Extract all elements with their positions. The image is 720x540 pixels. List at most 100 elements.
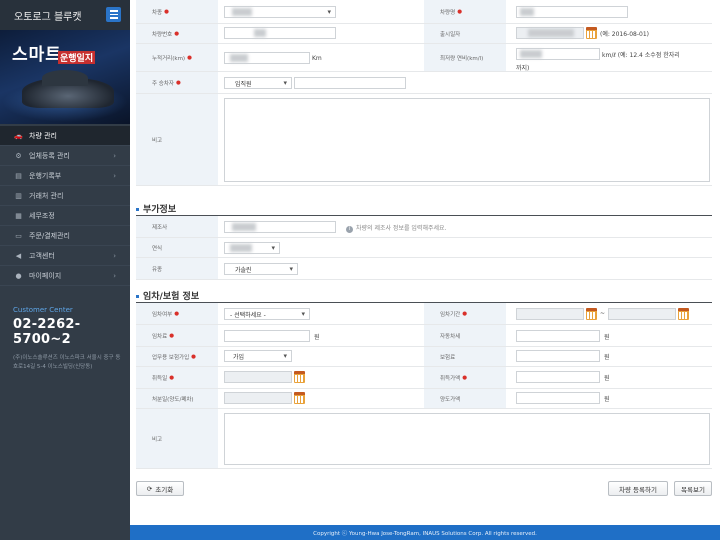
- dispose-date-label: 처분일(양도/폐차): [136, 389, 218, 408]
- calendar-icon[interactable]: [294, 392, 305, 404]
- sidebar-item-company[interactable]: ⚙ 업체등록 관리 ›: [0, 146, 130, 166]
- sidebar-item-orders[interactable]: ▭ 주문/결제관리: [0, 226, 130, 246]
- customer-center-label: Customer Center: [13, 306, 73, 314]
- memo-textarea[interactable]: [224, 98, 710, 182]
- sidebar-item-support[interactable]: ◀ 고객센터 ›: [0, 246, 130, 266]
- building-icon: ▥: [15, 191, 22, 200]
- efficiency-hint: km/ℓ (예: 12.4 소수점 한자리: [602, 52, 680, 59]
- driver-detail-input[interactable]: [294, 77, 406, 89]
- lease-fee-label: 임차료 ●: [136, 325, 218, 346]
- form-row: 제조사 i 차량의 제조사 정보를 입력해주세요.: [136, 216, 712, 238]
- form-row: 업무용 보험가입● 가입 보험료 원: [136, 347, 712, 367]
- form-row: 임차여부● - 선택하세요 - 임차기간● ~: [136, 303, 712, 325]
- promo-banner: 스마트 운행일지: [0, 30, 130, 124]
- list-button[interactable]: 목록보기: [674, 481, 712, 496]
- lease-fee-input[interactable]: [224, 330, 310, 342]
- register-vehicle-button[interactable]: 차량 등록하기: [608, 481, 668, 496]
- efficiency-label: 최저량 연비(km/l): [424, 44, 506, 71]
- brand-title[interactable]: 오토로그 블루캣: [14, 8, 82, 23]
- truck-icon: ▤: [15, 171, 22, 180]
- calculator-icon: ▦: [15, 211, 22, 220]
- brand-bar: 오토로그 블루캣: [0, 0, 130, 30]
- driver-select[interactable]: 임직원: [224, 77, 292, 89]
- chevron-right-icon: ›: [113, 271, 116, 280]
- model-year-label: 연식: [136, 238, 218, 257]
- purchase-date-label: 출시일자: [424, 24, 506, 43]
- form-row: 비고: [136, 409, 712, 469]
- form-row: 차량번호 ● 출시일자 (예: 2016-08-01): [136, 24, 712, 44]
- car-image: [22, 70, 114, 108]
- lease-memo-textarea[interactable]: [224, 413, 710, 465]
- purchase-date-hint: (예: 2016-08-01): [600, 31, 649, 38]
- banner-title: 스마트: [12, 45, 62, 65]
- chevron-right-icon: ›: [113, 171, 116, 180]
- mileage-label: 누적거리(km) ●: [136, 44, 218, 71]
- mileage-unit: Km: [312, 55, 322, 62]
- lease-type-select[interactable]: - 선택하세요 -: [224, 308, 310, 320]
- form-row: 임차료 ● 원 자동차세 원: [136, 325, 712, 347]
- customer-center-phone: 02-2262-5700~2: [13, 317, 81, 347]
- dispose-price-unit: 원: [604, 396, 610, 403]
- card-icon: ▭: [15, 231, 22, 240]
- main-content: 차종● 차량명● 차량번호● 출시일자 (예: 2016-08-01) 누적거리…: [130, 0, 720, 540]
- vehicle-tax-label: 자동차세: [424, 325, 506, 346]
- hamburger-menu-button[interactable]: [106, 7, 121, 22]
- calendar-icon[interactable]: [586, 27, 597, 39]
- insurance-fee-unit: 원: [604, 354, 610, 361]
- user-icon: ●: [15, 271, 22, 280]
- sidebar-nav: 🚗 차량 관리 ⚙ 업체등록 관리 › ▤ 운행기록부 › ▥ 거래처 관리 ▦ 세무조정 ▭…: [0, 126, 130, 286]
- company-address: (주)이노스솔루션즈 이노스파크 서울시 중구 동호로14길 5-4 이노스빌딩…: [13, 355, 121, 370]
- acquire-date-input[interactable]: [224, 371, 292, 383]
- acquire-date-label: 취득일 ●: [136, 367, 218, 388]
- lease-period-label: 임차기간 ●: [424, 303, 506, 324]
- plate-input[interactable]: [224, 27, 336, 39]
- fuel-select[interactable]: 가솔린: [224, 263, 298, 275]
- reset-button[interactable]: ⟳ 초기화: [136, 481, 184, 496]
- acquire-price-input[interactable]: [516, 371, 600, 383]
- lease-memo-label: 비고: [136, 409, 218, 468]
- form-row: 주 승차자 ● 임직원: [136, 72, 712, 94]
- insurance-label: 업무용 보험가입 ●: [136, 347, 218, 366]
- lease-end-input[interactable]: [608, 308, 676, 320]
- insurance-select[interactable]: 가입: [224, 350, 292, 362]
- chevron-right-icon: ›: [113, 151, 116, 160]
- period-separator: ~: [600, 310, 606, 317]
- dispose-price-input[interactable]: [516, 392, 600, 404]
- form-row: 비고: [136, 94, 712, 186]
- form-row: 유종 가솔린: [136, 258, 712, 280]
- form-row: 누적거리(km) ● Km 최저량 연비(km/l) km/ℓ (예: 12.4 …: [136, 44, 712, 72]
- driver-label: 주 승차자 ●: [136, 72, 218, 93]
- form-row: 처분일(양도/폐차) 양도가액 원: [136, 389, 712, 409]
- vehicle-tax-input[interactable]: [516, 330, 600, 342]
- lease-fee-unit: 원: [314, 334, 320, 341]
- refresh-icon: ⟳: [146, 484, 153, 493]
- sidebar-item-logbook[interactable]: ▤ 운행기록부 ›: [0, 166, 130, 186]
- insurance-fee-input[interactable]: [516, 350, 600, 362]
- chevron-right-icon: ›: [113, 251, 116, 260]
- sidebar: 오토로그 블루캣 스마트 운행일지 🚗 차량 관리 ⚙ 업체등록 관리 › ▤ 운행기록…: [0, 0, 130, 540]
- sidebar-item-vehicle[interactable]: 🚗 차량 관리: [0, 126, 130, 146]
- sidebar-item-tax[interactable]: ▦ 세무조정: [0, 206, 130, 226]
- extra-info-title: 부가정보: [136, 202, 176, 215]
- calendar-icon[interactable]: [586, 308, 597, 320]
- form-row: 취득일 ● 취득가액 ● 원: [136, 367, 712, 389]
- vehicle-tax-unit: 원: [604, 334, 610, 341]
- calendar-icon[interactable]: [294, 371, 305, 383]
- form-row: 차종● 차량명●: [136, 0, 712, 24]
- gear-icon: ⚙: [15, 151, 22, 160]
- lease-start-input[interactable]: [516, 308, 584, 320]
- sidebar-item-clients[interactable]: ▥ 거래처 관리: [0, 186, 130, 206]
- lease-type-label: 임차여부 ●: [136, 303, 218, 324]
- customer-center: Customer Center 02-2262-5700~2 (주)이노스솔루션…: [13, 306, 130, 372]
- acquire-price-label: 취득가액 ●: [424, 367, 506, 388]
- speaker-icon: ◀: [15, 251, 22, 260]
- calendar-icon[interactable]: [678, 308, 689, 320]
- banner-subtitle: 운행일지: [58, 51, 96, 64]
- sidebar-item-mypage[interactable]: ● 마이페이지 ›: [0, 266, 130, 286]
- memo-label: 비고: [136, 94, 218, 185]
- dispose-date-input[interactable]: [224, 392, 292, 404]
- maker-hint: i 차량의 제조사 정보를 입력해주세요.: [346, 223, 446, 233]
- acquire-price-unit: 원: [604, 375, 610, 382]
- fuel-label: 유종: [136, 258, 218, 279]
- form-row: 연식: [136, 238, 712, 258]
